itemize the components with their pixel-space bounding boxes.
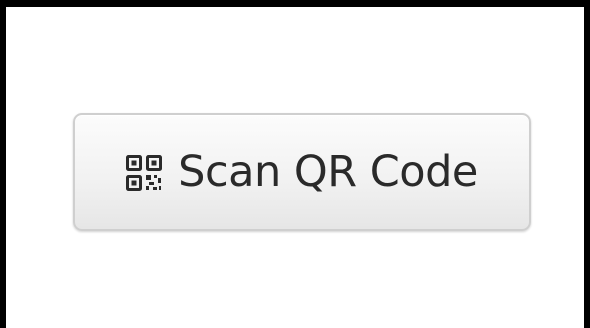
qr-code-icon — [126, 155, 163, 191]
screenshot-frame: Scan QR Code — [0, 0, 590, 328]
scan-qr-code-button[interactable]: Scan QR Code — [73, 113, 531, 231]
scan-qr-code-label: Scan QR Code — [178, 146, 478, 197]
